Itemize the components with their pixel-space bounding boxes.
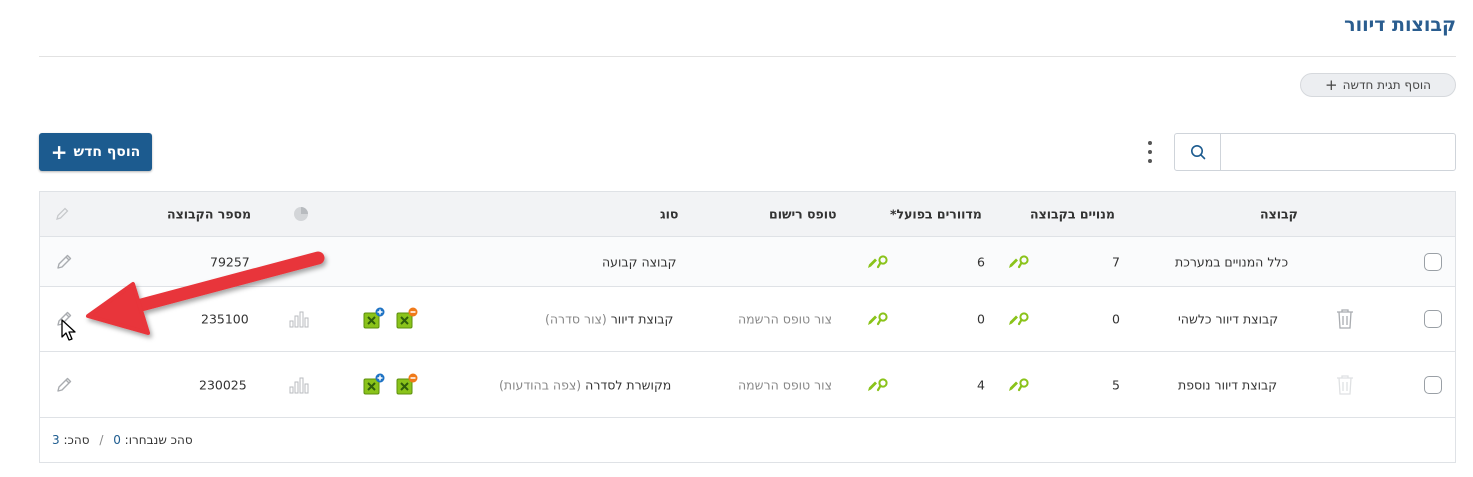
group-type-label: קבוצת דיוור [610,311,674,327]
group-type: קבוצת דיוור (צור סדרה) [545,312,673,327]
excel-export-add-icon[interactable] [362,373,386,397]
create-form-link[interactable]: צור טופס הרשמה [738,312,832,327]
selected-label: סהכ שנבחרו: [124,433,193,447]
group-number: 230025 [199,377,247,392]
members-count: 0 [1112,311,1120,327]
group-name[interactable]: כלל המנויים במערכת [1175,254,1288,269]
total-label: סהכ: [63,433,90,447]
row-checkbox[interactable] [1424,375,1442,394]
search-input[interactable] [1221,134,1455,170]
mouse-cursor-icon [61,319,76,341]
bar-chart-icon[interactable] [289,310,309,328]
header-group[interactable]: קבוצה [1260,207,1298,222]
group-type-label: מקושרת לסדרה [585,377,672,392]
group-type: קבוצה קבועה [602,254,677,269]
edit-search-icon[interactable] [1007,377,1031,393]
add-new-label: הוסף חדש [73,144,141,160]
trash-icon [1337,374,1353,395]
header-reg-form[interactable]: טופס רישום [769,207,837,222]
page: קבוצות דיוור הוסף תגית חדשה + הוסף חדש +… [0,0,1473,477]
plus-icon: + [50,140,68,164]
search-box [1174,133,1456,171]
edit-search-icon[interactable] [866,254,890,270]
row-checkbox[interactable] [1424,252,1442,271]
table-header: מספר הקבוצה סוג טופס רישום מדוורים בפועל… [40,192,1455,237]
add-tag-button[interactable]: הוסף תגית חדשה + [1300,73,1456,97]
search-button[interactable] [1175,134,1221,170]
row-checkbox[interactable] [1424,310,1442,328]
title-divider [39,56,1456,57]
more-options-icon[interactable] [1144,141,1156,163]
members-count: 7 [1112,254,1120,269]
search-icon [1190,145,1205,160]
add-tag-label: הוסף תגית חדשה [1342,78,1431,92]
table-footer: סהכ שנבחרו: 0 / סהכ: 3 [40,418,1455,462]
excel-export-remove-icon[interactable] [395,307,419,331]
excel-export-remove-icon[interactable] [395,373,419,397]
groups-table: מספר הקבוצה סוג טופס רישום מדוורים בפועל… [39,191,1456,463]
separator: / [99,433,104,447]
edit-search-icon[interactable] [866,377,890,393]
group-type: מקושרת לסדרה (צפה בהודעות) [499,377,671,392]
view-messages-link[interactable]: (צפה בהודעות) [499,377,581,392]
excel-export-add-icon[interactable] [362,307,386,331]
pie-chart-icon [294,207,308,221]
bar-chart-icon[interactable] [289,376,309,394]
table-row: 79257 קבוצה קבועה 6 7 כלל המנויים במערכת [40,237,1455,287]
mailed-count: 4 [977,377,985,392]
header-members[interactable]: מנויים בקבוצה [1030,207,1115,222]
add-new-button[interactable]: הוסף חדש + [39,133,152,171]
create-form-link[interactable]: צור טופס הרשמה [738,377,832,392]
table-row: 235100 קבוצת דיוור (צור סדרה) צור טופס ה… [40,287,1455,352]
create-series-link[interactable]: (צור סדרה) [545,312,607,327]
table-row: 230025 מקושרת לסדרה (צפה בהודעות) צור טו… [40,352,1455,418]
edit-search-icon[interactable] [1007,254,1031,270]
group-name[interactable]: קבוצת דיוור כלשהי [1178,312,1278,327]
group-number: 79257 [210,254,250,269]
group-name[interactable]: קבוצת דיוור נוספת [1178,377,1277,392]
header-type[interactable]: סוג [660,207,678,222]
header-mailed[interactable]: מדוורים בפועל* [890,207,982,222]
mailed-count: 6 [977,254,985,269]
total-count: 3 [52,433,60,447]
plus-icon: + [1325,75,1338,94]
selection-summary: סהכ שנבחרו: 0 / סהכ: 3 [52,433,193,447]
edit-search-icon[interactable] [1007,311,1031,327]
group-number: 235100 [201,311,249,327]
trash-icon[interactable] [1335,308,1355,330]
edit-icon[interactable] [54,252,74,272]
header-group-number[interactable]: מספר הקבוצה [167,207,251,222]
members-count: 5 [1112,377,1120,392]
selected-count: 0 [113,433,121,447]
page-title: קבוצות דיוור [1344,14,1456,36]
mailed-count: 0 [977,311,985,327]
edit-search-icon[interactable] [866,311,890,327]
pencil-icon [56,207,69,220]
edit-icon[interactable] [54,375,74,395]
